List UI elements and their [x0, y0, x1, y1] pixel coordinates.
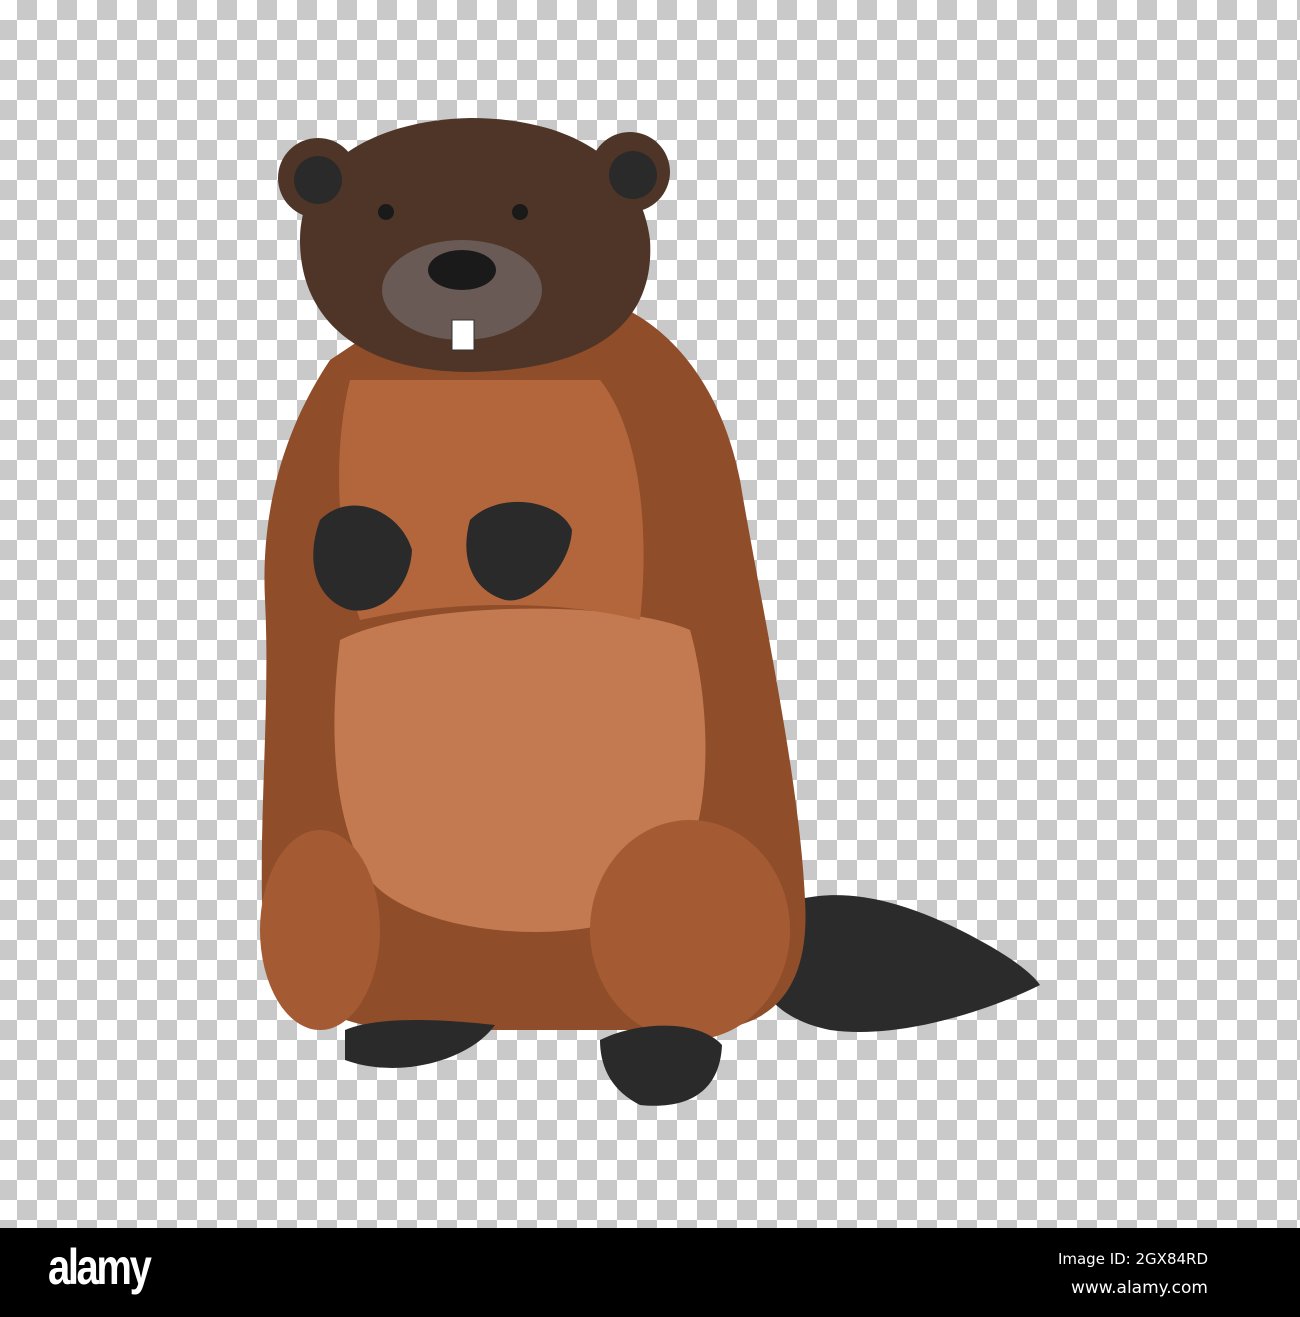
footer-bar: alamy Image ID: 2GX84RD www.alamy.com: [0, 1228, 1300, 1317]
beaver-body: [260, 290, 806, 1040]
site-url[interactable]: www.alamy.com: [1071, 1278, 1208, 1298]
alamy-logo[interactable]: alamy: [48, 1238, 152, 1296]
beaver-head: [278, 118, 670, 372]
image-id: Image ID: 2GX84RD: [1057, 1250, 1208, 1268]
beaver-illustration: [260, 118, 1040, 1106]
